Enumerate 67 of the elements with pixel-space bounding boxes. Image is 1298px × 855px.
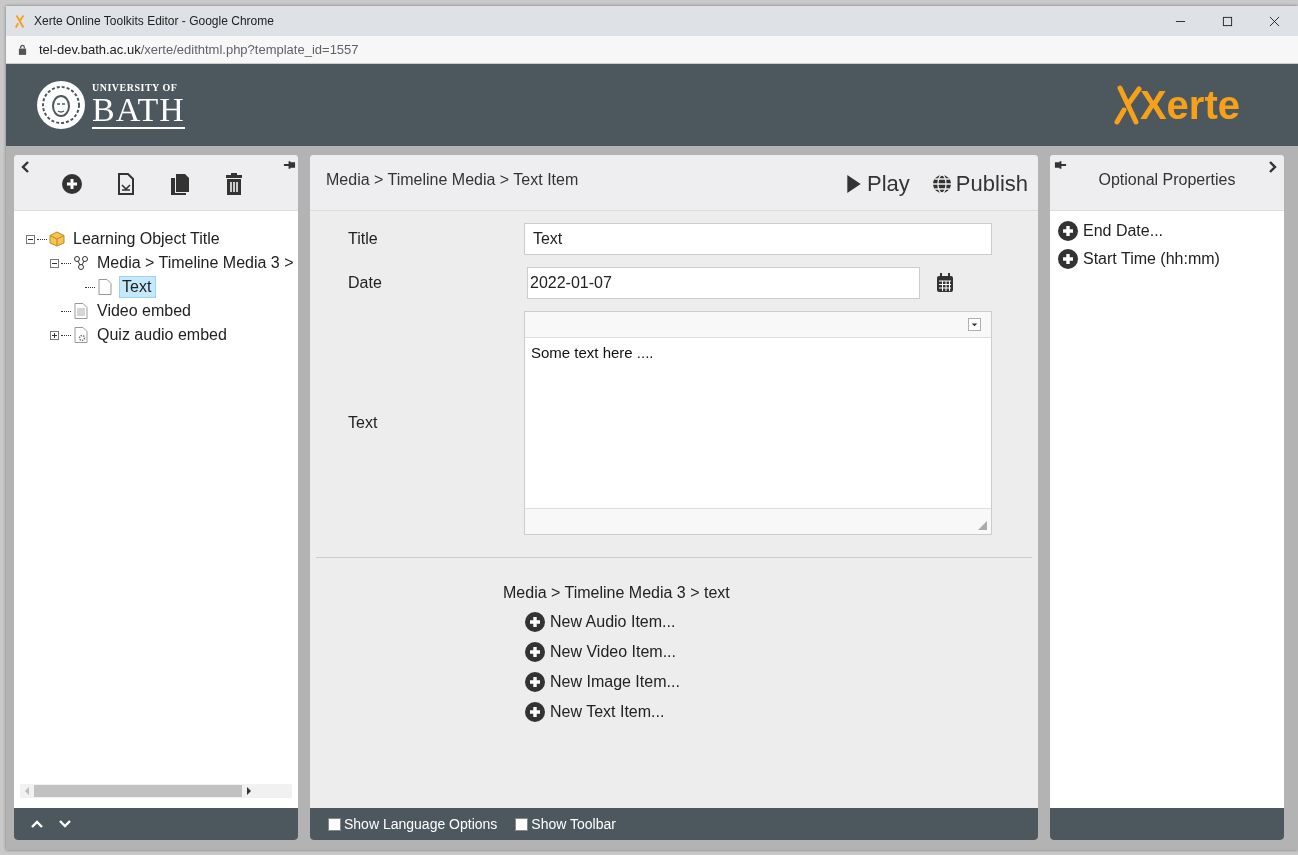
title-input[interactable]: Text [523, 223, 992, 255]
expander-toggle[interactable] [50, 330, 59, 340]
tree-item[interactable]: Media > Timeline Media 3 > [95, 253, 298, 273]
pin-icon[interactable] [1054, 160, 1067, 170]
tree-item[interactable]: Text [119, 276, 157, 298]
tree-item[interactable]: Quiz audio embed [95, 325, 231, 345]
document-gear-icon [73, 327, 89, 343]
chevron-up-icon[interactable] [30, 819, 44, 829]
delete-icon[interactable] [224, 173, 244, 195]
address-url[interactable]: tel-dev.bath.ac.uk/xerte/edithtml.php?template_id=1557 [39, 42, 359, 57]
add-icon [1058, 221, 1078, 241]
checkbox[interactable] [328, 817, 341, 831]
editor-text: Some text here .... [531, 344, 654, 361]
globe-icon [931, 174, 952, 194]
copy-icon[interactable] [170, 173, 190, 195]
checkbox-label: Show Language Options [344, 816, 498, 832]
add-icon [525, 642, 545, 662]
lock-icon [18, 44, 27, 55]
action-button[interactable]: Play [845, 171, 910, 197]
expander-toggle[interactable] [26, 234, 35, 244]
field-label: Title [348, 230, 379, 248]
close-icon[interactable] [1269, 15, 1280, 27]
calendar-icon[interactable] [936, 273, 954, 293]
checkbox-label: Show Toolbar [531, 816, 616, 832]
expander-toggle[interactable] [50, 258, 59, 268]
date-input[interactable]: 2022-01-07 [527, 267, 920, 299]
add-icon [1058, 249, 1078, 269]
chevron-left-icon[interactable] [20, 160, 30, 174]
optional-property-link[interactable]: End Date... [1058, 221, 1276, 241]
new-item-link[interactable]: New Text Item... [525, 702, 1038, 722]
maximize-icon[interactable] [1222, 15, 1233, 27]
insert-path: Media > Timeline Media 3 > text [503, 584, 731, 602]
scroll-right-icon[interactable] [246, 787, 252, 795]
document-icon [73, 303, 89, 319]
cube-icon [49, 231, 65, 247]
tree-item[interactable]: Learning Object Title [71, 229, 224, 249]
new-item-link[interactable]: New Video Item... [525, 642, 1038, 662]
scrollbar-thumb[interactable] [34, 785, 242, 797]
add-icon [525, 612, 545, 632]
new-item-link[interactable]: New Audio Item... [525, 612, 1038, 632]
brand-name: Xerte [1139, 82, 1240, 128]
resize-handle-icon[interactable] [978, 521, 987, 530]
breadcrumb: Media > Timeline Media > Text Item [326, 171, 579, 189]
optional-property-link[interactable]: Start Time (hh:mm) [1058, 249, 1276, 269]
chevron-down-icon[interactable] [58, 819, 72, 829]
nodes-icon [73, 255, 89, 271]
window-title: Xerte Online Toolkits Editor - Google Chrome [34, 14, 274, 28]
field-label: Date [348, 274, 383, 292]
crest-logo-icon [36, 80, 86, 130]
panel-title: Optional Properties [1098, 171, 1236, 188]
logo-subtitle: UNIVERSITY OF [92, 81, 179, 93]
new-item-link[interactable]: New Image Item... [525, 672, 1038, 692]
checkbox[interactable] [515, 817, 529, 831]
insert-page-icon[interactable] [116, 173, 136, 195]
app-logo-icon [14, 13, 26, 29]
action-button[interactable]: Publish [931, 171, 1028, 197]
pin-icon[interactable] [283, 160, 296, 170]
add-icon [525, 672, 545, 692]
logo-title: BATH [92, 92, 185, 129]
add-icon[interactable] [62, 173, 82, 195]
add-icon [525, 702, 545, 722]
dropdown-icon[interactable] [968, 318, 981, 331]
page-icon [97, 279, 113, 295]
rich-text-editor[interactable]: Some text here .... [524, 311, 992, 535]
field-label: Text [348, 414, 379, 432]
tree-item[interactable]: Video embed [95, 301, 195, 321]
chevron-right-icon[interactable] [1268, 160, 1278, 174]
